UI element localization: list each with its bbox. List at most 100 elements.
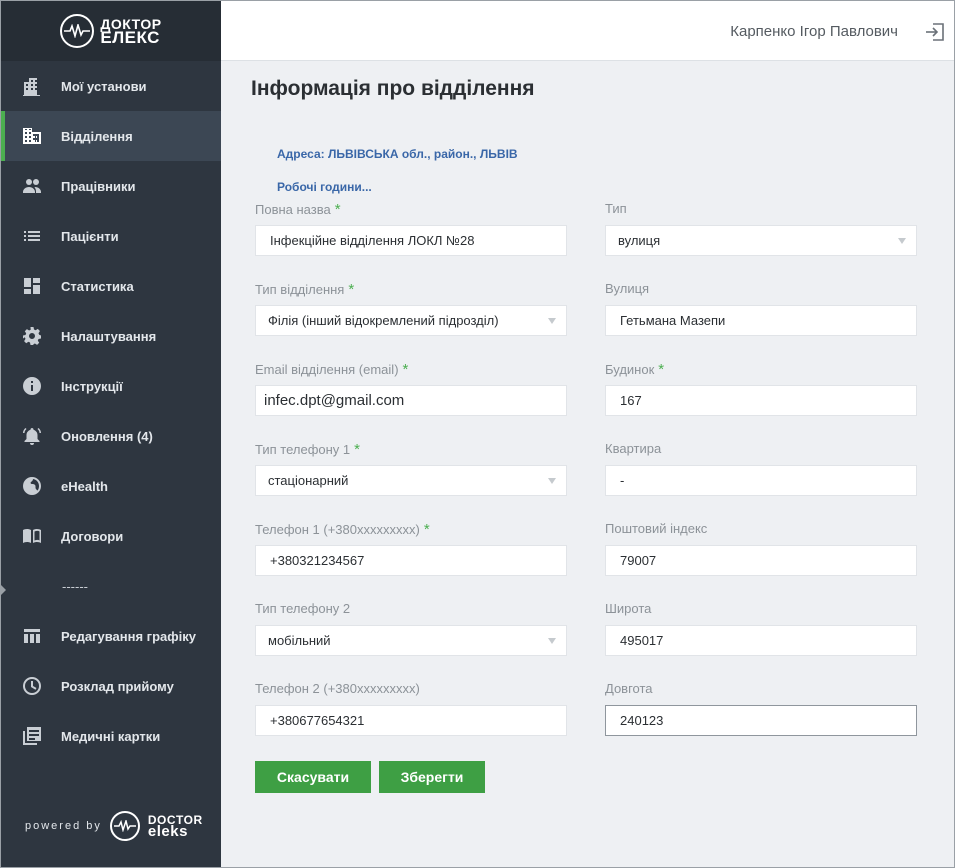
required-mark: * [354, 441, 360, 458]
field-building: Будинок * 167 [605, 361, 917, 416]
sidebar-item-label: Мої установи [61, 78, 147, 94]
logout-icon[interactable] [924, 21, 946, 43]
sidebar-item-appointments[interactable]: Розклад прийому [1, 661, 221, 711]
sidebar-item-settings[interactable]: Налаштування [1, 311, 221, 361]
dropdown-arrow-icon [548, 478, 556, 484]
info-icon [21, 375, 43, 397]
sidebar-item-departments[interactable]: Відділення [1, 111, 221, 161]
sidebar: ДОКТОР ЕЛЕКС Мої установи Відділення Пра… [1, 1, 221, 867]
table-icon [21, 625, 43, 647]
field-latitude: Широта 495017 [605, 601, 917, 656]
sidebar-item-contracts[interactable]: Договори [1, 511, 221, 561]
select-value: Філія (інший відокремлений підрозділ) [268, 313, 499, 328]
powered-brand: DOCTOR eleks [148, 814, 203, 839]
field-label: Довгота [605, 681, 653, 696]
user-name[interactable]: Карпенко Ігор Павлович [730, 23, 898, 40]
pulse-logo-icon [60, 14, 95, 48]
sidebar-item-label: Розклад прийому [61, 678, 174, 694]
street-input[interactable]: Гетьмана Мазепи [605, 305, 917, 336]
cancel-button[interactable]: Скасувати [255, 761, 371, 793]
powered-label: powered by [25, 820, 102, 832]
field-longitude: Довгота 240123 [605, 681, 917, 736]
sidebar-item-my-institutions[interactable]: Мої установи [1, 61, 221, 111]
email-input[interactable]: infec.dpt@gmail.com [255, 385, 567, 416]
book-icon [21, 525, 43, 547]
dropdown-arrow-icon [548, 638, 556, 644]
field-street-type: Тип вулиця [605, 201, 917, 256]
field-full-name: Повна назва * Інфекційне відділення ЛОКЛ … [255, 201, 567, 256]
sidebar-item-medical-cards[interactable]: Медичні картки [1, 711, 221, 761]
sidebar-item-label: Пацієнти [61, 228, 119, 244]
top-header: Карпенко Ігор Павлович [221, 1, 954, 61]
field-label: Тип телефону 1 [255, 442, 351, 457]
required-mark: * [348, 281, 355, 298]
sidebar-item-label: Оновлення (4) [61, 428, 153, 444]
sidebar-item-schedule-edit[interactable]: Редагування графіку [1, 611, 221, 661]
field-phone1: Телефон 1 (+380xxxxxxxxx) * +380321234567 [255, 521, 567, 576]
phone1-type-select[interactable]: стаціонарний [255, 465, 567, 496]
sidebar-separator: ------ [62, 578, 88, 594]
select-value: стаціонарний [268, 473, 349, 488]
working-hours-link[interactable]: Робочі години... [277, 180, 372, 194]
phone2-type-select[interactable]: мобільний [255, 625, 567, 656]
select-value: вулиця [618, 233, 661, 248]
sidebar-item-patients[interactable]: Пацієнти [1, 211, 221, 261]
save-button[interactable]: Зберегти [379, 761, 485, 793]
people-icon [21, 175, 43, 197]
field-label: Вулиця [605, 281, 650, 296]
field-phone1-type: Тип телефону 1 * стаціонарний [255, 441, 567, 496]
field-label: Email відділення (email) [255, 362, 399, 377]
sidebar-menu: Мої установи Відділення Працівники Паціє… [1, 61, 221, 761]
field-department-type: Тип відділення * Філія (інший відокремлен… [255, 281, 567, 336]
full-name-input[interactable]: Інфекційне відділення ЛОКЛ №28 [255, 225, 567, 256]
sidebar-item-label: Договори [61, 528, 124, 544]
logo[interactable]: ДОКТОР ЕЛЕКС [1, 1, 221, 61]
dropdown-arrow-icon [898, 238, 906, 244]
address-text: Адреса: ЛЬВІВСЬКА обл., район., ЛЬВІВ [277, 147, 518, 161]
field-email: Email відділення (email) * infec.dpt@gmai… [255, 361, 567, 416]
required-mark: * [423, 521, 430, 538]
dashboard-icon [21, 275, 43, 297]
field-phone2: Телефон 2 (+380xxxxxxxxx) +380677654321 [255, 681, 567, 736]
sidebar-item-ehealth[interactable]: eHealth [1, 461, 221, 511]
sidebar-item-label: Медичні картки [61, 728, 161, 744]
field-street: Вулиця Гетьмана Мазепи [605, 281, 917, 336]
required-mark: * [402, 361, 409, 378]
collapse-arrow-icon[interactable] [1, 585, 6, 595]
sidebar-item-employees[interactable]: Працівники [1, 161, 221, 211]
required-mark: * [658, 361, 665, 378]
sidebar-item-label: Редагування графіку [61, 628, 196, 644]
bell-icon [21, 425, 43, 447]
building-input[interactable]: 167 [605, 385, 917, 416]
cards-icon [21, 725, 43, 747]
phone1-input[interactable]: +380321234567 [255, 545, 567, 576]
gear-icon [21, 325, 43, 347]
field-label: Тип відділення [255, 282, 345, 297]
pulse-logo-icon [109, 811, 140, 841]
department-icon [21, 125, 43, 147]
field-label: Телефон 2 (+380xxxxxxxxx) [255, 681, 420, 696]
select-value: мобільний [268, 633, 331, 648]
field-label: Тип телефону 2 [255, 601, 351, 616]
sidebar-item-statistics[interactable]: Статистика [1, 261, 221, 311]
longitude-input[interactable]: 240123 [605, 705, 917, 736]
latitude-input[interactable]: 495017 [605, 625, 917, 656]
phone2-input[interactable]: +380677654321 [255, 705, 567, 736]
sidebar-item-updates[interactable]: Оновлення (4) [1, 411, 221, 461]
apartment-input[interactable]: - [605, 465, 917, 496]
department-type-select[interactable]: Філія (інший відокремлений підрозділ) [255, 305, 567, 336]
field-label: Будинок [605, 362, 655, 377]
sidebar-item-label: eHealth [61, 478, 108, 494]
clock-icon [21, 675, 43, 697]
street-type-select[interactable]: вулиця [605, 225, 917, 256]
dropdown-arrow-icon [548, 318, 556, 324]
sidebar-item-instructions[interactable]: Інструкції [1, 361, 221, 411]
main-content: Інформація про відділення Адреса: ЛЬВІВС… [221, 61, 954, 867]
field-label: Телефон 1 (+380xxxxxxxxx) [255, 522, 420, 537]
postal-code-input[interactable]: 79007 [605, 545, 917, 576]
sidebar-item-label: Налаштування [61, 328, 157, 344]
powered-by: powered by DOCTOR eleks [25, 811, 203, 841]
field-phone2-type: Тип телефону 2 мобільний [255, 601, 567, 656]
field-label: Тип [605, 201, 627, 216]
sidebar-item-label: Інструкції [61, 378, 123, 394]
